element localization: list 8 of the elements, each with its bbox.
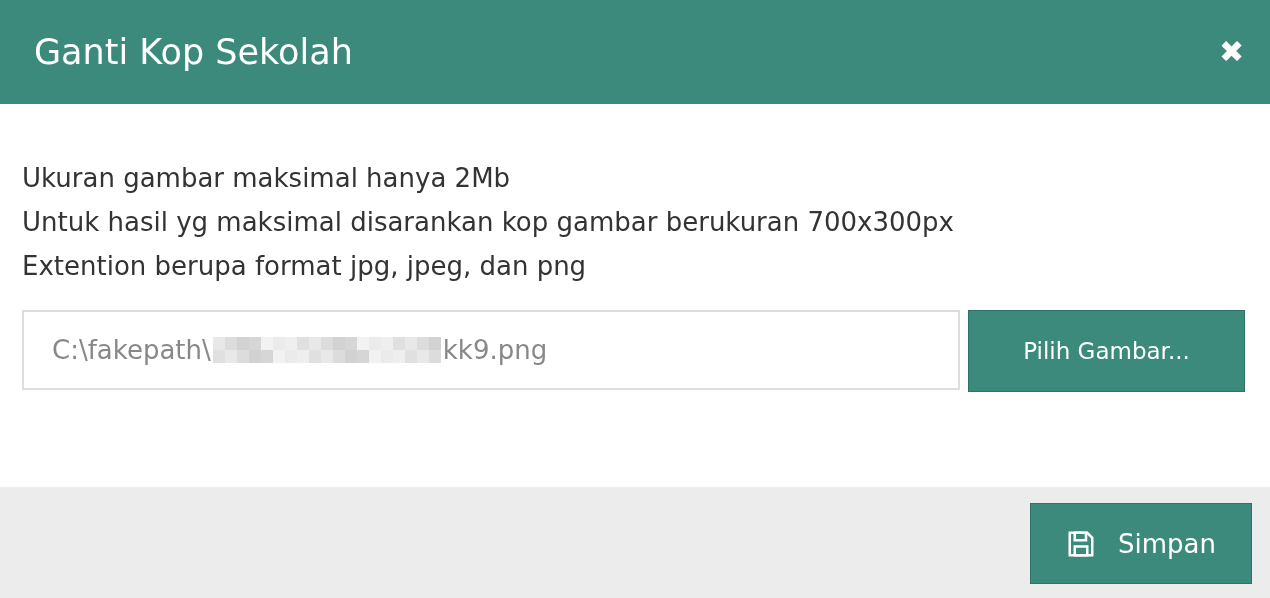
info-text: Extention berupa format jpg, jpeg, dan png	[22, 250, 588, 283]
info-text: Ukuran gambar maksimal hanya 2Mb	[22, 162, 512, 195]
info-text: Untuk hasil yg maksimal disarankan kop gambar berukuran 700x300px	[22, 206, 955, 239]
dialog-title: Ganti Kop Sekolah	[34, 32, 353, 72]
save-button[interactable]: Simpan	[1030, 503, 1252, 584]
choose-image-button[interactable]: Pilih Gambar...	[968, 310, 1245, 392]
file-path-field[interactable]: C:\fakepath\ kk9.png	[22, 310, 960, 390]
close-button[interactable]: ✖	[1219, 37, 1244, 67]
